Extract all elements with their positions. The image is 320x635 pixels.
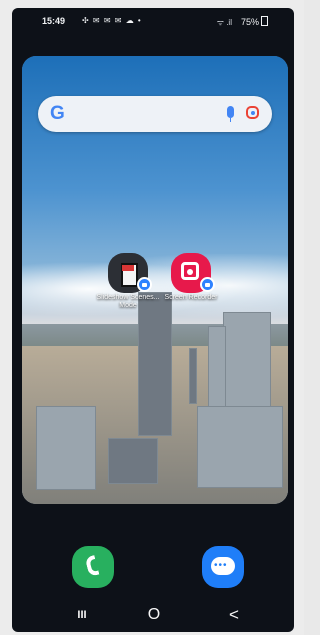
google-search-bar[interactable]: G <box>38 96 272 132</box>
back-button[interactable]: < <box>220 606 248 623</box>
status-bar: 15:49 ✣ ✉ ✉ ✉ ☁ • ᯤ .il 75% <box>12 8 294 34</box>
google-logo-icon: G <box>50 103 65 124</box>
building-block <box>36 406 96 490</box>
work-badge-icon <box>200 277 215 292</box>
recent-apps-button[interactable]: III <box>68 608 96 622</box>
app-dock <box>12 520 294 600</box>
building-block <box>197 406 283 488</box>
status-time: 15:49 <box>42 16 66 26</box>
battery-status: 75% <box>241 16 268 27</box>
battery-percentage: 75% <box>240 17 259 27</box>
messages-app-icon[interactable] <box>202 546 244 588</box>
work-badge-icon <box>137 277 152 292</box>
google-lens-icon[interactable] <box>246 106 259 119</box>
phone-screen: 15:49 ✣ ✉ ✉ ✉ ☁ • ᯤ .il 75% G Slideshow … <box>12 8 294 632</box>
app-screen-recorder[interactable]: Screen Recorder <box>165 253 217 313</box>
wifi-signal-icon: ᯤ .il <box>216 18 232 27</box>
tv-tower <box>189 348 197 404</box>
navigation-bar: III O < <box>12 596 294 632</box>
home-button[interactable]: O <box>140 607 168 623</box>
skyscraper <box>138 292 172 436</box>
microphone-icon[interactable] <box>227 106 234 122</box>
battery-icon <box>261 16 268 26</box>
app-label: Slideshow Scenes... Mode <box>96 294 160 309</box>
notification-icons: ✣ ✉ ✉ ✉ ☁ • <box>82 16 142 25</box>
app-label: Screen Recorder <box>164 294 218 301</box>
phone-app-icon[interactable] <box>72 546 114 588</box>
screenshot-frame: 15:49 ✣ ✉ ✉ ✉ ☁ • ᯤ .il 75% G Slideshow … <box>0 0 304 635</box>
building-block <box>108 438 158 484</box>
app-slideshow[interactable]: Slideshow Scenes... Mode <box>96 253 160 313</box>
